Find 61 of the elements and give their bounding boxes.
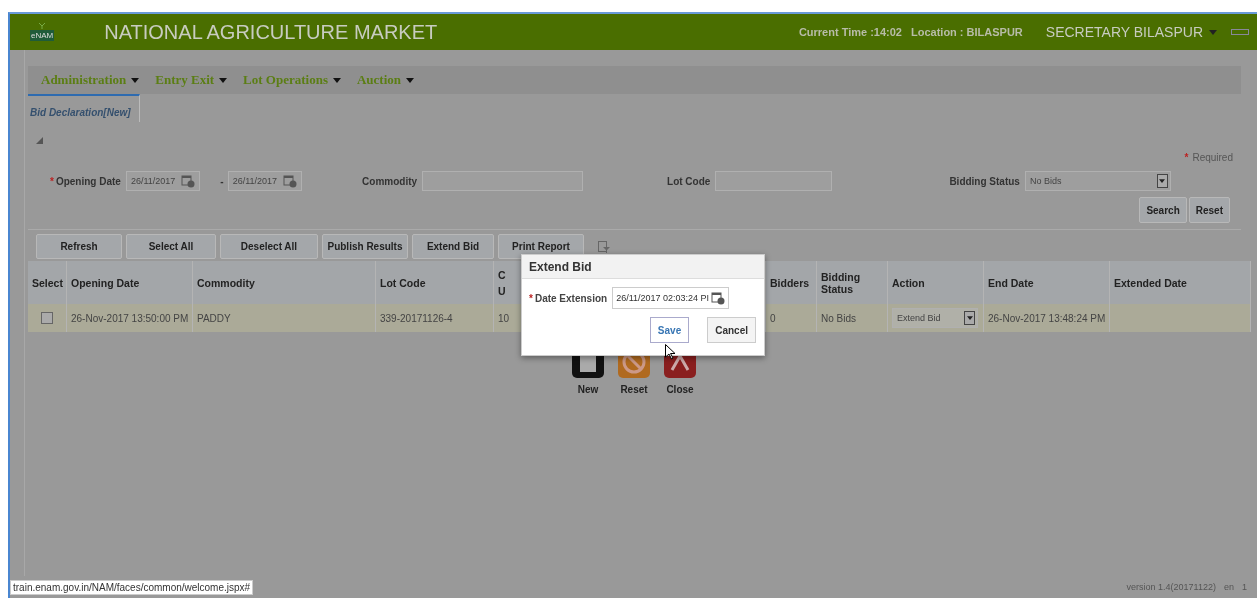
version-text: version 1.4(20171122) xyxy=(1126,582,1216,592)
location-label: Location : BILASPUR xyxy=(911,26,1023,38)
required-mark: * xyxy=(1184,152,1189,163)
toolbar-button[interactable]: Select All xyxy=(126,234,216,259)
toolbar-button[interactable]: Extend Bid xyxy=(412,234,494,259)
column-header: Opening Date xyxy=(66,261,193,304)
required-mark: * xyxy=(50,175,54,187)
table-cell: 0 xyxy=(765,304,817,332)
column-header: Commodity xyxy=(192,261,376,304)
table-cell: PADDY xyxy=(192,304,376,332)
dialog-title: Extend Bid xyxy=(522,255,764,279)
date-field[interactable]: 26/11/2017 02:03:24 PI xyxy=(612,287,730,309)
language-text: en xyxy=(1223,582,1234,592)
status-dropdown[interactable]: No Bids xyxy=(1024,171,1171,191)
dropdown-button[interactable] xyxy=(1156,174,1168,188)
field-label: Commodity xyxy=(362,175,418,187)
action-dropdown[interactable]: Extend Bid xyxy=(892,308,978,328)
date-field[interactable]: 26/11/2017 xyxy=(125,171,201,191)
checkbox[interactable] xyxy=(41,312,53,324)
caret-icon[interactable] xyxy=(333,77,341,83)
form-button[interactable]: Search xyxy=(1139,197,1187,223)
dialog-button[interactable]: Save xyxy=(649,317,690,343)
logo-text: eNAM xyxy=(30,30,55,41)
toolbar-button[interactable]: Refresh xyxy=(36,234,122,259)
current-time: Current Time :14:02 xyxy=(798,26,902,38)
column-header: Action xyxy=(887,261,984,304)
caret-icon[interactable] xyxy=(406,77,415,83)
caret-icon[interactable] xyxy=(131,77,140,83)
dropdown-button[interactable] xyxy=(964,311,975,325)
calendar-icon[interactable] xyxy=(711,291,726,305)
status-url: train.enam.gov.in/NAM/faces/common/welcome.jspx# xyxy=(10,579,254,595)
dialog-button[interactable]: Cancel xyxy=(707,317,756,343)
user-menu[interactable]: SECRETARY BILASPUR xyxy=(1045,24,1203,40)
separator-text: - xyxy=(220,175,224,187)
field-label: Lot Code xyxy=(667,175,711,187)
date-field[interactable]: 26/11/2017 xyxy=(227,171,303,191)
table-cell: 339-20171126-4 xyxy=(375,304,494,332)
toolbar-button[interactable]: Publish Results xyxy=(322,234,408,259)
toolbar-button[interactable]: Deselect All xyxy=(220,234,318,259)
page-number: 1 xyxy=(1242,582,1247,592)
column-header: Lot Code xyxy=(375,261,494,304)
table-cell: 26-Nov-2017 13:50:00 PM xyxy=(66,304,193,332)
sprout-icon xyxy=(38,23,47,29)
app-title: NATIONAL AGRICULTURE MARKET xyxy=(104,20,438,44)
column-header: Bidders xyxy=(765,261,817,304)
field-label: Opening Date xyxy=(55,175,121,187)
caret-icon[interactable] xyxy=(966,316,973,320)
caret-icon[interactable] xyxy=(1159,179,1166,183)
field-label: Bidding Status xyxy=(949,175,1020,187)
column-header: Select xyxy=(28,261,67,304)
tab[interactable]: Bid Declaration[New] xyxy=(28,94,140,122)
column-header: End Date xyxy=(983,261,1110,304)
required-mark: * xyxy=(529,292,533,304)
table-cell: 26-Nov-2017 13:48:24 PM xyxy=(983,304,1110,332)
caret-icon[interactable] xyxy=(219,77,228,83)
table-cell: No Bids xyxy=(816,304,888,332)
column-header: Extended Date xyxy=(1109,261,1251,304)
column-header: Bidding Status xyxy=(816,261,888,304)
required-note: Required xyxy=(1192,152,1233,163)
form-button[interactable]: Reset xyxy=(1188,197,1230,223)
field-label: Date Extension xyxy=(534,292,608,304)
